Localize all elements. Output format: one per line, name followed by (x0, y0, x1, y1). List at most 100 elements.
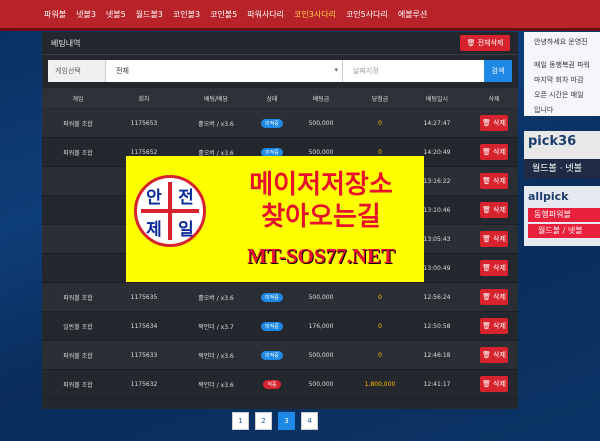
top-nav: 파워볼 넷볼3 넷볼5 월드볼3 코인볼3 코인볼5 파워사다리 코인3사다리 … (0, 0, 600, 28)
cell-round: 1175652 (130, 148, 158, 156)
delete-button[interactable]: 🗑 삭제 (480, 202, 508, 218)
search-button[interactable]: 검색 (484, 60, 512, 82)
chevron-down-icon: ▾ (334, 66, 338, 74)
cell-time: 12:56:24 (423, 293, 451, 301)
nav-item-netball5[interactable]: 넷볼5 (106, 9, 126, 20)
col-round: 회차 (138, 95, 150, 103)
table-row: 파워볼 조합 1175632 짝언더 / x3.6 적중 500,000 1,8… (42, 370, 518, 399)
status-badge: 미적중 (261, 118, 283, 128)
cell-round: 1175632 (130, 380, 158, 388)
cell-pick: 홀오버 / x3.6 (198, 120, 234, 128)
delete-button[interactable]: 🗑 삭제 (480, 347, 508, 363)
delete-button[interactable]: 🗑 삭제 (480, 260, 508, 276)
seal-char: 제 (146, 219, 162, 240)
seal-char: 일 (178, 219, 194, 240)
trash-icon: 🗑 (482, 148, 491, 156)
cell-game: 파워볼 조합 (63, 149, 93, 157)
table-row: 파워볼 조합 1175633 짝언더 / x3.6 미적중 500,000 0 … (42, 341, 518, 370)
trash-icon: 🗑 (482, 177, 491, 185)
col-delete: 삭제 (488, 95, 500, 103)
delete-button[interactable]: 🗑 삭제 (480, 318, 508, 334)
trash-icon: 🗑 (482, 206, 491, 214)
cell-bet: 500,000 (308, 119, 334, 127)
nav-item-coin5-ladder[interactable]: 코인5사다리 (346, 9, 388, 20)
delete-label: 삭제 (493, 351, 506, 359)
delete-button[interactable]: 🗑 삭제 (480, 231, 508, 247)
notice-line: 입니다 (534, 106, 554, 114)
status-badge: 적중 (263, 379, 281, 389)
trash-icon: 🗑 (482, 264, 491, 272)
cell-win: 0 (378, 351, 382, 359)
table-header: 게임 회차 배팅/배당 상태 배팅금 당첨금 배팅일시 삭제 (42, 88, 518, 108)
cell-bet: 500,000 (308, 380, 334, 388)
nav-item-powerball[interactable]: 파워볼 (44, 9, 66, 20)
delete-all-button[interactable]: 🗑 전체삭제 (460, 35, 510, 51)
nav-item-coinball3[interactable]: 코인볼3 (173, 9, 200, 20)
delete-label: 삭제 (493, 177, 506, 185)
page-link-2[interactable]: 2 (255, 412, 272, 430)
col-win: 당첨금 (371, 95, 389, 103)
game-select-label: 게임선택 (48, 60, 106, 82)
cell-time: 14:20:49 (423, 148, 451, 156)
cell-pick: 짝언더 / x3.6 (198, 381, 234, 389)
delete-button[interactable]: 🗑 삭제 (480, 289, 508, 305)
notice-line (534, 51, 600, 57)
delete-button[interactable]: 🗑 삭제 (480, 173, 508, 189)
delete-button[interactable]: 🗑 삭제 (480, 376, 508, 392)
cell-round: 1175635 (130, 293, 158, 301)
cell-game: 파워볼 조합 (63, 294, 93, 302)
delete-button[interactable]: 🗑 삭제 (480, 144, 508, 160)
nav-item-evolution[interactable]: 에볼루션 (398, 9, 427, 20)
panel-header: 베팅내역 🗑 전체삭제 (42, 32, 518, 55)
seal-cross-horizontal (141, 209, 199, 213)
safety-seal-icon: 안 전 제 일 (134, 175, 206, 247)
cell-round: 1175633 (130, 351, 158, 359)
table-row: 파워볼 조합 1175635 홀오버 / x3.6 미적중 500,000 0 … (42, 283, 518, 312)
cell-bet: 500,000 (308, 148, 334, 156)
delete-button[interactable]: 🗑 삭제 (480, 115, 508, 131)
cell-round: 1175653 (130, 119, 158, 127)
page-link-3[interactable]: 3 (278, 412, 295, 430)
delete-label: 삭제 (493, 264, 506, 272)
table-row: 일반볼 조합 1175634 짝언더 / x3.7 미적중 176,000 0 … (42, 312, 518, 341)
allpick-line1: 동행파워볼 (528, 208, 600, 222)
cell-game: 일반볼 조합 (63, 323, 93, 331)
allpick-line2: 월드볼 / 넷볼 (528, 224, 600, 238)
trash-icon: 🗑 (482, 351, 491, 359)
status-badge: 미적중 (261, 292, 283, 302)
allpick-logo: allpick (528, 190, 569, 203)
trash-icon: 🗑 (482, 293, 491, 301)
cell-time: 12:41:17 (423, 380, 451, 388)
nav-item-coin3-ladder[interactable]: 코인3사다리 (294, 9, 336, 20)
nav-item-power-ladder[interactable]: 파워사다리 (247, 9, 284, 20)
cell-win: 0 (378, 293, 382, 301)
panel-title: 베팅내역 (51, 39, 81, 48)
delete-label: 삭제 (493, 235, 506, 243)
pick365-logo: pick36 (528, 134, 577, 149)
allpick-banner[interactable]: allpick 동행파워볼 월드볼 / 넷볼 (524, 186, 600, 246)
nav-item-netball3[interactable]: 넷볼3 (76, 9, 96, 20)
page-link-1[interactable]: 1 (232, 412, 249, 430)
game-select[interactable]: 전체 ▾ (106, 60, 342, 82)
nav-item-worldball3[interactable]: 월드볼3 (136, 9, 163, 20)
cell-bet: 500,000 (308, 293, 334, 301)
ad-overlay[interactable]: 안 전 제 일 메이저저장소 찾아오는길 MT-SOS77.NET (126, 156, 424, 282)
seal-char: 안 (146, 187, 162, 208)
notice-line: 매일 동행복권 파워 (534, 61, 590, 69)
pagination: 1 2 3 4 (232, 412, 324, 430)
delete-label: 삭제 (493, 293, 506, 301)
trash-icon: 🗑 (482, 235, 491, 243)
game-select-value: 전체 (116, 67, 129, 75)
cell-time: 14:27:47 (423, 119, 451, 127)
delete-label: 삭제 (493, 380, 506, 388)
cell-bet: 500,000 (308, 351, 334, 359)
pick365-banner[interactable]: pick36 월드볼 · 넷볼 (524, 131, 600, 179)
nav-item-coinball5[interactable]: 코인볼5 (210, 9, 237, 20)
cell-game: 파워볼 조합 (63, 120, 93, 128)
filter-bar: 게임선택 전체 ▾ 날짜지정 검색 (48, 60, 512, 82)
delete-label: 삭제 (493, 322, 506, 330)
table-row: 파워볼 조합 1175653 홀오버 / x3.6 미적중 500,000 0 … (42, 109, 518, 138)
date-input[interactable]: 날짜지정 (342, 60, 484, 82)
notice-line: 오픈 시간은 매일 (534, 91, 584, 99)
page-link-4[interactable]: 4 (301, 412, 318, 430)
